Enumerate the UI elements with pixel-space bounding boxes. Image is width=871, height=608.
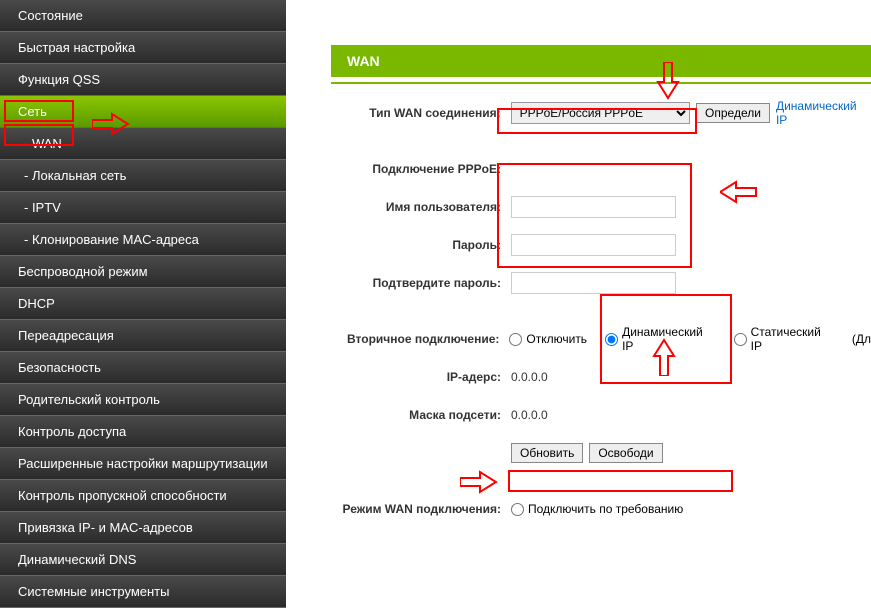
detect-button[interactable]: Определи [696,103,770,123]
secondary-note: (Дл [852,332,871,346]
sidebar-item-bandwidth[interactable]: Контроль пропускной способности [0,480,286,512]
sidebar-item-quick-setup[interactable]: Быстрая настройка [0,32,286,64]
wan-mode-label: Режим WAN подключения: [331,502,511,516]
sidebar-item-security[interactable]: Безопасность [0,352,286,384]
conn-type-label: Тип WAN соединения: [331,106,511,120]
confirm-password-input[interactable] [511,272,676,294]
username-input[interactable] [511,196,676,218]
sidebar-item-network[interactable]: Сеть [0,96,286,128]
sidebar-item-mac-clone[interactable]: - Клонирование MAC-адреса [0,224,286,256]
sidebar-item-iptv[interactable]: - IPTV [0,192,286,224]
sidebar: Состояние Быстрая настройка Функция QSS … [0,0,286,530]
sidebar-item-qss[interactable]: Функция QSS [0,64,286,96]
secondary-static-radio[interactable]: Статический IP [734,325,834,353]
sidebar-item-access[interactable]: Контроль доступа [0,416,286,448]
secondary-disable-radio[interactable]: Отключить [509,332,587,346]
confirm-password-label: Подтвердите пароль: [331,276,511,290]
ip-value: 0.0.0.0 [511,370,548,384]
sidebar-item-forwarding[interactable]: Переадресация [0,320,286,352]
page-title: WAN [331,45,871,77]
sidebar-item-ddns[interactable]: Динамический DNS [0,544,286,576]
sidebar-item-parental[interactable]: Родительский контроль [0,384,286,416]
sidebar-item-dhcp[interactable]: DHCP [0,288,286,320]
password-input[interactable] [511,234,676,256]
mask-label: Маска подсети: [331,408,511,422]
sidebar-item-wireless[interactable]: Беспроводной режим [0,256,286,288]
mask-value: 0.0.0.0 [511,408,548,422]
release-button[interactable]: Освободи [589,443,662,463]
refresh-button[interactable]: Обновить [511,443,583,463]
secondary-label: Вторичное подключение: [331,332,509,346]
username-label: Имя пользователя: [331,200,511,214]
sidebar-item-lan[interactable]: - Локальная сеть [0,160,286,192]
divider [331,82,871,84]
main-content: WAN Тип WAN соединения: PPPoE/Россия PPP… [286,0,871,530]
dynamic-ip-link[interactable]: Динамический IP [776,99,871,127]
sidebar-item-routing[interactable]: Расширенные настройки маршрутизации [0,448,286,480]
sidebar-item-wan[interactable]: - WAN [0,128,286,160]
sidebar-item-ip-mac-binding[interactable]: Привязка IP- и MAC-адресов [0,512,286,544]
sidebar-item-status[interactable]: Состояние [0,0,286,32]
sidebar-item-system-tools[interactable]: Системные инструменты [0,576,286,608]
conn-type-select[interactable]: PPPoE/Россия PPPoE [511,102,690,124]
ip-label: IP-адерс: [331,370,511,384]
secondary-dynamic-radio[interactable]: Динамический IP [605,325,716,353]
pppoe-conn-label: Подключение PPPoE: [331,162,511,176]
password-label: Пароль: [331,238,511,252]
on-demand-radio[interactable]: Подключить по требованию [511,502,683,516]
